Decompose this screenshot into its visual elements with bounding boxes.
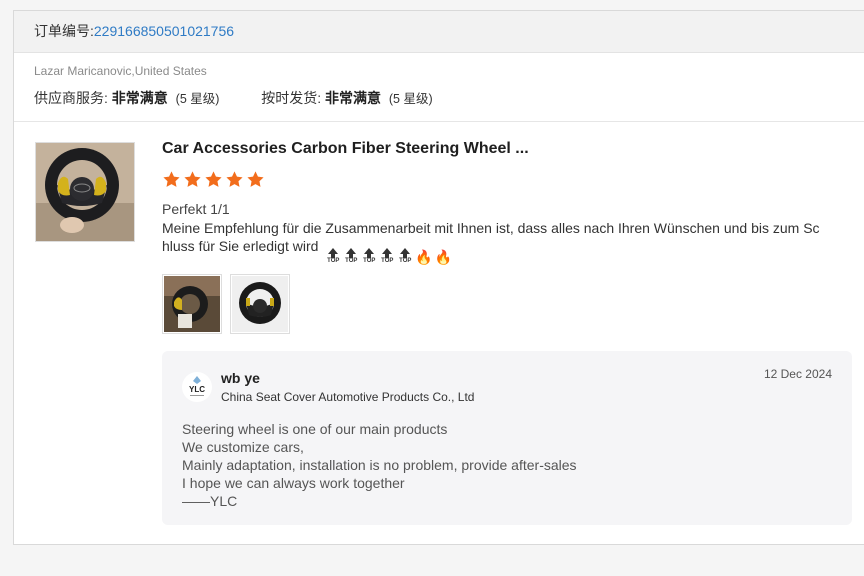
seller-logo-icon: YLC xyxy=(182,372,212,402)
shipping-rating: 按时发货: 非常满意 (5 星级) xyxy=(261,90,432,106)
fire-icon: 🔥 xyxy=(415,249,433,265)
order-number-link[interactable]: 229166850501021756 xyxy=(94,23,234,39)
seller-company[interactable]: China Seat Cover Automotive Products Co.… xyxy=(221,390,474,404)
supplier-service-rating: 供应商服务: 非常满意 (5 星级) xyxy=(34,90,223,106)
product-thumbnail[interactable] xyxy=(35,142,135,242)
star-rating xyxy=(162,170,265,189)
reply-line: We customize cars, xyxy=(182,439,304,455)
reply-line: ——YLC xyxy=(182,493,238,509)
order-header: 订单编号:229166850501021756 xyxy=(14,11,864,53)
top-icon: TOP xyxy=(325,248,341,266)
reply-text: Steering wheel is one of our main produc… xyxy=(182,420,577,510)
supplier-service-value: 非常满意 xyxy=(111,90,168,106)
supplier-service-label: 供应商服务: xyxy=(34,90,108,106)
seller-name: wb ye xyxy=(221,370,260,386)
review-body: Meine Empfehlung für die Zusammenarbeit … xyxy=(162,220,820,254)
shipping-value: 非常满意 xyxy=(325,90,381,106)
reply-line: Steering wheel is one of our main produc… xyxy=(182,421,448,437)
supplier-service-level: (5 星级) xyxy=(175,92,220,106)
fire-icon: 🔥 xyxy=(434,249,453,265)
shipping-label: 按时发货: xyxy=(261,90,322,106)
top-icon: TOP xyxy=(379,248,395,266)
top-icon: TOP xyxy=(343,248,359,266)
reply-line: I hope we can always work together xyxy=(182,475,405,491)
order-review-card: 订单编号:229166850501021756 Lazar Maricanovi… xyxy=(13,10,864,545)
seller-reply: YLC wb ye China Seat Cover Automotive Pr… xyxy=(162,351,852,525)
svg-text:YLC: YLC xyxy=(189,385,205,394)
top-icon: TOP xyxy=(361,248,377,266)
shipping-level: (5 星级) xyxy=(388,92,433,106)
star-icon xyxy=(163,171,180,187)
star-icon xyxy=(184,171,201,187)
seller-ratings: 供应商服务: 非常满意 (5 星级) 按时发货: 非常满意 (5 星级) xyxy=(34,88,433,108)
review-text: Meine Empfehlung für die Zusammenarbeit … xyxy=(162,219,822,266)
reply-date: 12 Dec 2024 xyxy=(763,367,832,381)
section-divider xyxy=(14,121,864,122)
review-heading: Perfekt 1/1 xyxy=(162,201,230,217)
review-photo[interactable] xyxy=(230,274,290,334)
top-icon: TOP xyxy=(397,248,413,266)
steering-wheel-image xyxy=(36,143,134,241)
star-icon xyxy=(247,171,264,187)
review-emojis: TOP TOP TOP TOP TOP 🔥 🔥 xyxy=(325,248,452,266)
review-photos xyxy=(162,274,290,334)
order-number-label: 订单编号: xyxy=(34,23,94,39)
reply-line: Mainly adaptation, installation is no pr… xyxy=(182,457,577,473)
product-title[interactable]: Car Accessories Carbon Fiber Steering Wh… xyxy=(162,140,529,158)
review-photo[interactable] xyxy=(162,274,222,334)
review-photo-2 xyxy=(232,276,288,332)
star-icon xyxy=(226,171,243,187)
review-photo-1 xyxy=(164,276,220,332)
buyer-info: Lazar Maricanovic,United States xyxy=(34,64,207,78)
star-icon xyxy=(205,171,222,187)
